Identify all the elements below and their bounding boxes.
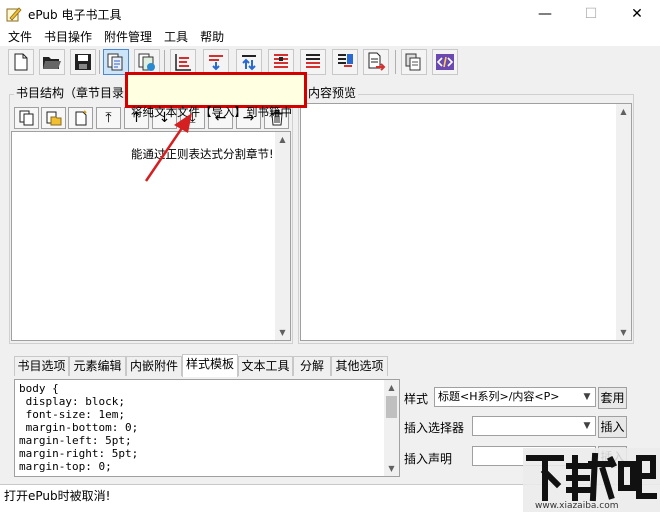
scrollbar-thumb[interactable] bbox=[386, 396, 397, 418]
scroll-up-icon[interactable]: ▲ bbox=[384, 380, 399, 395]
style-editor-text: body { display: block; font-size: 1em; m… bbox=[19, 382, 139, 473]
paste-folder-icon[interactable] bbox=[41, 107, 66, 129]
insert-selector-button[interactable]: 插入 bbox=[598, 416, 627, 438]
scroll-up-icon[interactable]: ▲ bbox=[616, 104, 631, 119]
code-icon[interactable] bbox=[432, 49, 458, 75]
menu-help[interactable]: 帮助 bbox=[194, 28, 230, 46]
tab-decompose[interactable]: 分解 bbox=[293, 356, 331, 376]
close-button[interactable]: ✕ bbox=[614, 0, 660, 28]
copy-icon[interactable] bbox=[14, 107, 39, 129]
content-preview-title: 内容预览 bbox=[306, 86, 359, 100]
selector-label: 插入选择器 bbox=[404, 421, 465, 435]
style-select-value: 标题<H系列>/内容<P> bbox=[438, 390, 560, 403]
move-top-icon[interactable]: ⤒ bbox=[96, 107, 121, 129]
selector-select[interactable]: ▼ bbox=[472, 416, 596, 436]
declaration-label: 插入声明 bbox=[404, 452, 453, 466]
menu-book-ops[interactable]: 书目操作 bbox=[38, 28, 98, 46]
apply-button[interactable]: 套用 bbox=[598, 387, 627, 409]
copy-pages-icon[interactable] bbox=[401, 49, 427, 75]
tab-element-edit[interactable]: 元素编辑 bbox=[69, 356, 126, 376]
tab-embedded-attachments[interactable]: 内嵌附件 bbox=[126, 356, 182, 376]
open-folder-icon[interactable] bbox=[39, 49, 65, 75]
scroll-down-icon[interactable]: ▼ bbox=[616, 325, 631, 340]
book-structure-title: 书目结构（章节目录 bbox=[14, 86, 127, 100]
tab-style-template[interactable]: 样式模板 bbox=[182, 354, 238, 377]
scroll-down-icon[interactable]: ▼ bbox=[275, 325, 290, 340]
minimize-button[interactable]: — bbox=[522, 0, 568, 28]
new-file-icon[interactable] bbox=[8, 49, 34, 75]
maximize-button[interactable]: ☐ bbox=[568, 0, 614, 28]
style-editor[interactable]: body { display: block; font-size: 1em; m… bbox=[14, 379, 400, 477]
content-preview[interactable]: ▲ ▼ bbox=[300, 103, 632, 341]
style-label: 样式 bbox=[404, 392, 429, 406]
chevron-down-icon: ▼ bbox=[583, 421, 591, 431]
doc-arrow-icon[interactable] bbox=[363, 49, 389, 75]
site-watermark: www.xiazaiba.com bbox=[523, 448, 660, 512]
menu-tools[interactable]: 工具 bbox=[158, 28, 194, 46]
tab-book-options[interactable]: 书目选项 bbox=[14, 356, 69, 376]
style-editor-scrollbar[interactable]: ▲ ▼ bbox=[384, 380, 399, 476]
pencil-paper-icon bbox=[6, 6, 22, 22]
menu-file[interactable]: 文件 bbox=[2, 28, 38, 46]
tab-text-tools[interactable]: 文本工具 bbox=[238, 356, 293, 376]
import-tooltip: 将纯文本文件【导入】到书籍中 能通过正则表达式分割章节! bbox=[125, 72, 307, 161]
style-select[interactable]: 标题<H系列>/内容<P> ▼ bbox=[434, 387, 596, 407]
watermark-url: www.xiazaiba.com bbox=[535, 501, 619, 511]
window-title: ePub 电子书工具 bbox=[28, 8, 122, 22]
scroll-down-icon[interactable]: ▼ bbox=[384, 461, 399, 476]
toolbar bbox=[0, 46, 660, 78]
preview-scrollbar[interactable]: ▲ ▼ bbox=[616, 104, 631, 340]
chevron-down-icon: ▼ bbox=[583, 392, 591, 402]
new-page-icon[interactable] bbox=[68, 107, 93, 129]
list-merge-icon[interactable] bbox=[332, 49, 358, 75]
save-icon[interactable] bbox=[70, 49, 96, 75]
title-bar: ePub 电子书工具 — ☐ ✕ bbox=[0, 0, 660, 28]
tab-other-options[interactable]: 其他选项 bbox=[331, 356, 388, 376]
watermark-logo bbox=[526, 452, 657, 502]
status-text: 打开ePub时被取消! bbox=[4, 489, 111, 503]
menu-bar: 文件 书目操作 附件管理 工具 帮助 bbox=[0, 28, 660, 46]
menu-attachments[interactable]: 附件管理 bbox=[98, 28, 158, 46]
callout-arrow bbox=[144, 113, 192, 182]
